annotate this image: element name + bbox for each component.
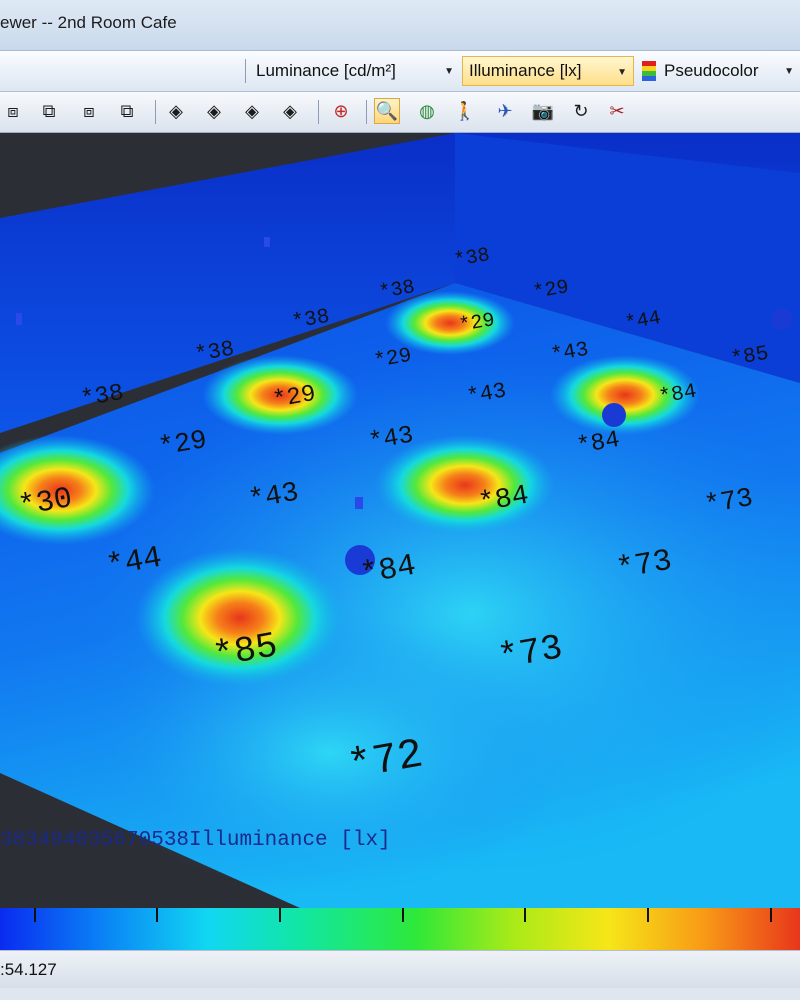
title-bar: ewer -- 2nd Room Cafe: [0, 0, 800, 51]
scale-tick: [770, 908, 772, 922]
illuminance-combo[interactable]: Illuminance [lx] ▼: [462, 56, 634, 86]
rotate-view-4-icon[interactable]: ◈: [277, 98, 303, 124]
view-toolbar: ⧈ ⧉ ⧈ ⧉ ◈ ◈ ◈ ◈ ⊕ 🔍 ◍ 🚶 ✈ 📷 ↻ ✂: [0, 92, 800, 133]
rotate-view-1-icon[interactable]: ◈: [163, 98, 189, 124]
rotate-view-2-icon[interactable]: ◈: [201, 98, 227, 124]
walk-icon[interactable]: 🚶: [452, 98, 478, 124]
luminance-combo-label: Luminance [cd/m²]: [256, 61, 396, 80]
crosshair-icon[interactable]: ⊕: [328, 98, 354, 124]
scissors-icon[interactable]: ✂: [604, 98, 630, 124]
window-title: ewer -- 2nd Room Cafe: [0, 13, 177, 32]
luminance-combo[interactable]: Luminance [cd/m²] ▼: [250, 56, 460, 86]
render-viewport[interactable]: *38 *38 *38 *38 *38 *30 *29 *29 *29 *29 …: [0, 133, 800, 908]
pseudocolor-combo[interactable]: Pseudocolor ▼: [636, 56, 800, 86]
rotate-view-3-icon[interactable]: ◈: [239, 98, 265, 124]
pseudocolor-icon: [642, 61, 656, 81]
cube-front-icon[interactable]: ⧈: [0, 98, 26, 124]
scale-tick: [647, 908, 649, 922]
light-fixture: [602, 403, 626, 427]
scene-svg: *38 *38 *38 *38 *38 *30 *29 *29 *29 *29 …: [0, 133, 800, 908]
globe-icon[interactable]: ◍: [414, 98, 440, 124]
light-fixture: [355, 497, 363, 509]
illuminance-combo-label: Illuminance [lx]: [469, 61, 582, 80]
cube-iso-icon[interactable]: ⧉: [114, 98, 140, 124]
light-fixture: [16, 313, 22, 325]
light-fixture: [771, 308, 793, 330]
toolbar-separator: [155, 100, 156, 124]
pseudocolor-scale: [0, 908, 800, 950]
fly-icon[interactable]: ✈: [492, 98, 518, 124]
camera-icon[interactable]: 📷: [530, 98, 556, 124]
scale-tick: [34, 908, 36, 922]
scale-tick: [156, 908, 158, 922]
refresh-icon[interactable]: ↻: [568, 98, 594, 124]
cube-top-icon[interactable]: ⧈: [76, 98, 102, 124]
chevron-down-icon: ▼: [784, 66, 794, 77]
zoom-icon[interactable]: 🔍: [374, 98, 400, 124]
scale-tick: [279, 908, 281, 922]
scale-tick: [524, 908, 526, 922]
status-bar: :54.127: [0, 950, 800, 989]
cube-side-icon[interactable]: ⧉: [36, 98, 62, 124]
toolbar-separator: [318, 100, 319, 124]
toolbar-separator: [366, 100, 367, 124]
light-fixture: [264, 237, 270, 247]
window-bottom-edge: [0, 988, 800, 1000]
overlay-text: 383494035670538Illuminance [lx]: [0, 829, 391, 852]
toolbar-separator: [245, 59, 246, 83]
pseudocolor-combo-label: Pseudocolor: [664, 61, 759, 80]
chevron-down-icon: ▼: [444, 66, 454, 77]
chevron-down-icon: ▼: [617, 67, 627, 78]
display-toolbar: Luminance [cd/m²] ▼ Illuminance [lx] ▼ P…: [0, 51, 800, 92]
status-text: :54.127: [0, 960, 57, 979]
scale-tick: [402, 908, 404, 922]
